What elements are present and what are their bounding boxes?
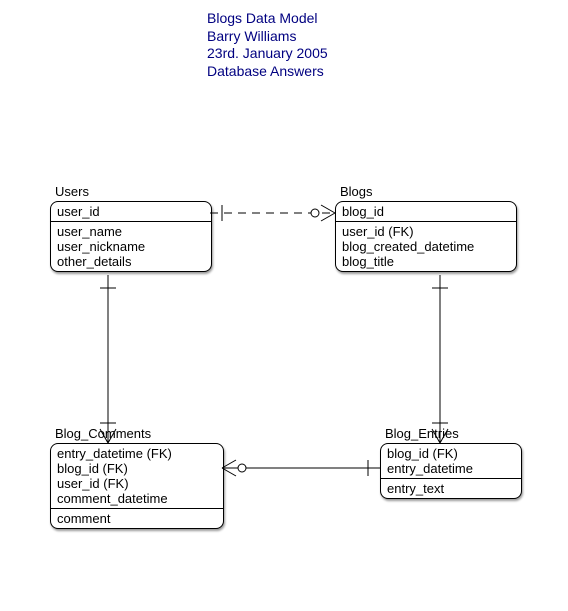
- attr-field: other_details: [57, 254, 205, 269]
- attr-field: comment: [57, 511, 217, 526]
- pk-field: entry_datetime (FK): [57, 446, 217, 461]
- entity-users: Users user_id user_name user_nickname ot…: [50, 201, 212, 272]
- entity-users-pk: user_id: [51, 202, 211, 221]
- attr-field: user_nickname: [57, 239, 205, 254]
- diagram-header: Blogs Data Model Barry Williams 23rd. Ja…: [207, 10, 328, 80]
- entity-blog-comments-pk: entry_datetime (FK) blog_id (FK) user_id…: [51, 444, 223, 508]
- entity-users-attrs: user_name user_nickname other_details: [51, 221, 211, 271]
- diagram-author: Barry Williams: [207, 28, 328, 46]
- rel-blogentries-blogcomments: [222, 460, 380, 476]
- attr-field: blog_created_datetime: [342, 239, 510, 254]
- rel-users-blogcomments: [100, 275, 116, 443]
- diagram-org: Database Answers: [207, 63, 328, 81]
- entity-blog-entries-pk: blog_id (FK) entry_datetime: [381, 444, 521, 478]
- pk-field: blog_id (FK): [57, 461, 217, 476]
- entity-blog-entries-attrs: entry_text: [381, 478, 521, 498]
- pk-field: blog_id (FK): [387, 446, 515, 461]
- entity-blog-entries-title: Blog_Entries: [385, 426, 459, 441]
- entity-blog-comments-attrs: comment: [51, 508, 223, 528]
- attr-field: entry_text: [387, 481, 515, 496]
- pk-field: blog_id: [342, 204, 510, 219]
- entity-blogs-title: Blogs: [340, 184, 373, 199]
- entity-blogs: Blogs blog_id user_id (FK) blog_created_…: [335, 201, 517, 272]
- attr-field: blog_title: [342, 254, 510, 269]
- attr-field: user_id (FK): [342, 224, 510, 239]
- entity-blogs-pk: blog_id: [336, 202, 516, 221]
- pk-field: comment_datetime: [57, 491, 217, 506]
- entity-blog-comments: Blog_Comments entry_datetime (FK) blog_i…: [50, 443, 224, 529]
- erd-canvas: Blogs Data Model Barry Williams 23rd. Ja…: [0, 0, 568, 611]
- rel-blogs-blogentries: [432, 275, 448, 443]
- entity-users-title: Users: [55, 184, 89, 199]
- pk-field: user_id (FK): [57, 476, 217, 491]
- attr-field: user_name: [57, 224, 205, 239]
- pk-field: user_id: [57, 204, 205, 219]
- entity-blogs-attrs: user_id (FK) blog_created_datetime blog_…: [336, 221, 516, 271]
- rel-users-blogs: [210, 205, 335, 221]
- diagram-title: Blogs Data Model: [207, 10, 328, 28]
- entity-blog-comments-title: Blog_Comments: [55, 426, 151, 441]
- entity-blog-entries: Blog_Entries blog_id (FK) entry_datetime…: [380, 443, 522, 499]
- pk-field: entry_datetime: [387, 461, 515, 476]
- diagram-date: 23rd. January 2005: [207, 45, 328, 63]
